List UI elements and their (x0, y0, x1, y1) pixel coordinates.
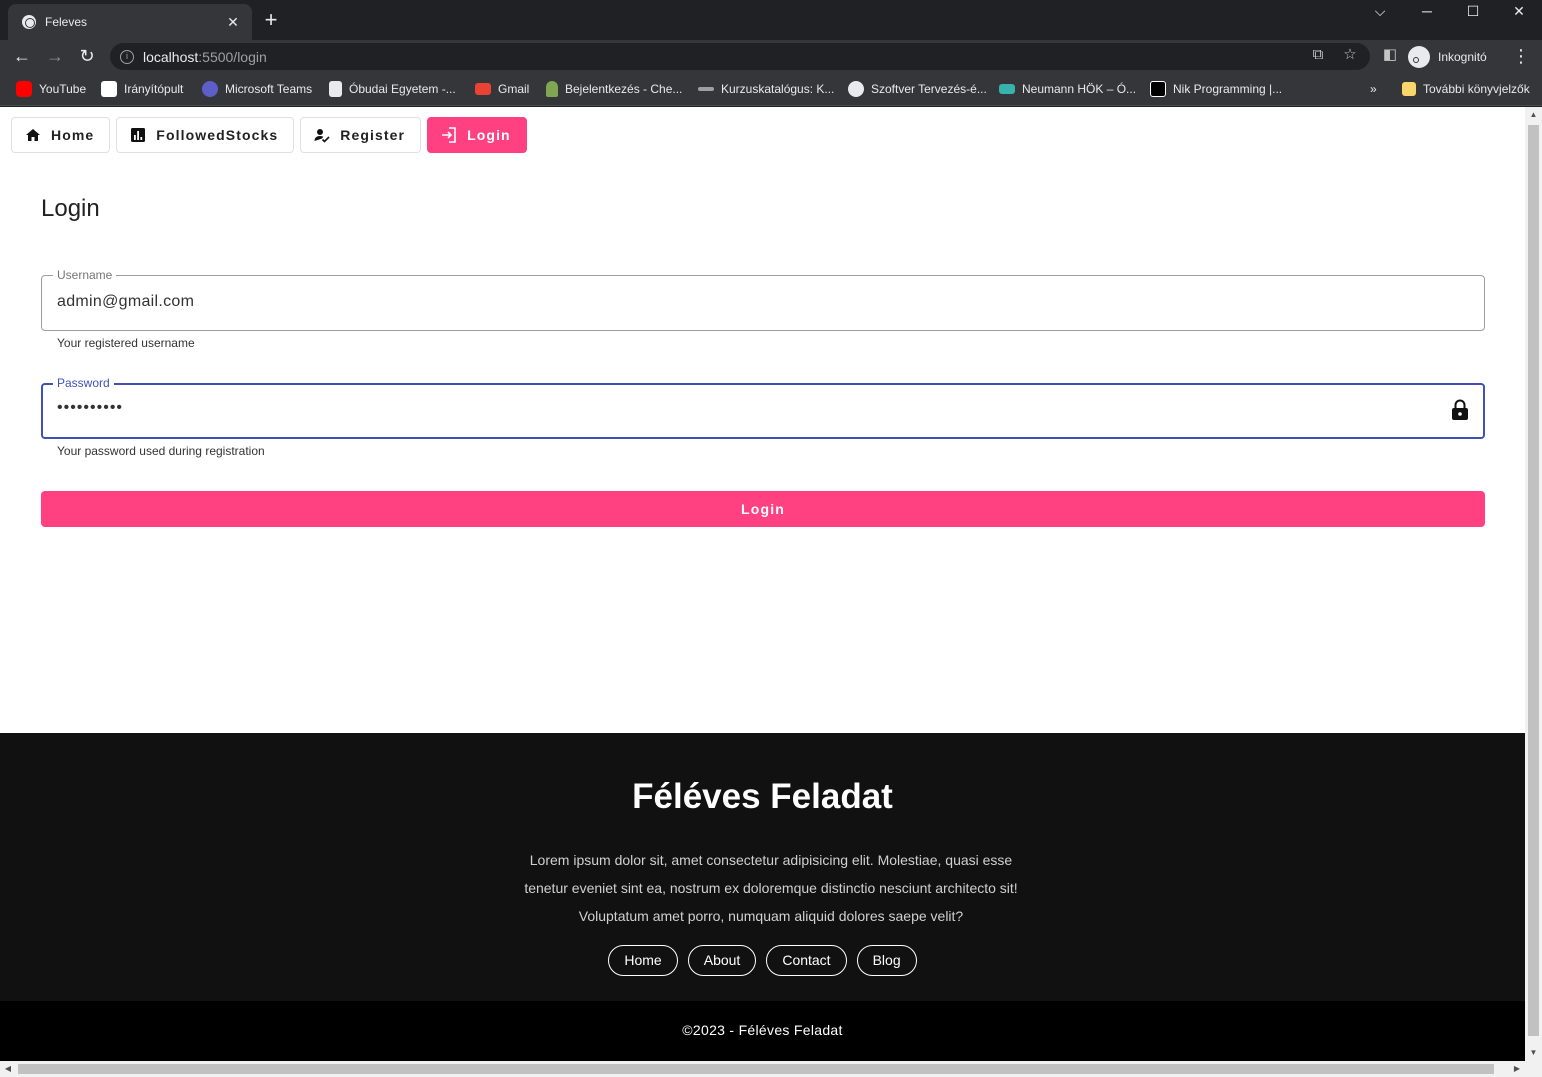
bookmark-item[interactable]: Kurzuskatalógus: K... (698, 80, 834, 98)
login-submit-button[interactable]: Login (41, 491, 1485, 527)
nav-followedstocks-button[interactable]: FollowedStocks (116, 117, 295, 153)
footer-link-contact[interactable]: Contact (766, 945, 847, 976)
horizontal-scrollbar[interactable]: ◀ ▶ (0, 1061, 1542, 1077)
home-icon (26, 129, 40, 141)
maximize-icon[interactable]: ☐ (1450, 0, 1496, 22)
nik-icon (1150, 81, 1166, 97)
chess-icon (546, 81, 558, 97)
lock-icon (1452, 399, 1468, 420)
gmail-icon (475, 83, 491, 95)
bookmark-item[interactable]: Óbudai Egyetem -... (329, 80, 456, 98)
footer: Féléves Feladat Lorem ipsum dolor sit, a… (0, 733, 1525, 1001)
minimize-icon[interactable]: ─ (1404, 0, 1450, 22)
site-info-icon[interactable]: i (120, 49, 134, 64)
nav-home-button[interactable]: Home (11, 117, 111, 153)
tab-title: Feleves (45, 15, 88, 29)
bookmark-item[interactable]: Gmail (475, 80, 529, 98)
password-field[interactable]: Password •••••••••• (41, 375, 1485, 439)
nav-register-label: Register (340, 127, 406, 143)
browser-toolbar: ← → ↻ i localhost:5500/login ⧉ ☆ ◧ Inkog… (0, 40, 1542, 72)
footer-title: Féléves Feladat (632, 777, 893, 816)
login-icon (442, 127, 456, 143)
page-viewport: Home FollowedStocks Register Login Login… (0, 107, 1525, 1061)
tab-search-icon[interactable]: ⌵ (1357, 0, 1403, 22)
footer-links: Home About Contact Blog (0, 945, 1525, 976)
other-bookmarks-folder[interactable]: További könyvjelzők (1402, 80, 1530, 98)
password-hint: Your password used during registration (57, 444, 265, 458)
nav-login-label: Login (467, 127, 511, 143)
reload-icon[interactable]: ↻ (75, 44, 99, 68)
url-path: :5500/login (198, 48, 267, 65)
bookmark-item[interactable]: Irányítópult (101, 80, 183, 98)
bookmark-item[interactable]: YouTube (16, 80, 86, 98)
scroll-up-icon[interactable]: ▲ (1525, 107, 1542, 123)
browser-tab[interactable]: Feleves ✕ (8, 4, 252, 40)
document-icon (329, 81, 342, 97)
new-tab-button[interactable]: + (260, 8, 282, 32)
nh-icon (999, 84, 1015, 94)
bar-chart-icon (131, 128, 146, 142)
page-title: Login (41, 195, 100, 222)
globe-icon (22, 15, 36, 29)
footer-link-home[interactable]: Home (608, 945, 678, 976)
username-hint: Your registered username (57, 336, 195, 350)
more-bookmarks-button[interactable]: » (1370, 80, 1377, 98)
folder-icon (1402, 82, 1416, 96)
person-add-icon (314, 129, 330, 143)
bookmarks-bar: YouTube Irányítópult Microsoft Teams Óbu… (0, 72, 1542, 106)
username-label: Username (53, 267, 117, 283)
translate-icon[interactable]: ⧉ (1308, 45, 1328, 65)
globe-icon (848, 81, 864, 97)
incognito-label: Inkognitó (1438, 49, 1487, 64)
app-navbar: Home FollowedStocks Register Login (11, 117, 527, 153)
address-bar[interactable]: i localhost:5500/login (110, 43, 1370, 70)
bookmark-item[interactable]: Neumann HÖK – Ó... (999, 80, 1136, 98)
link-icon (698, 87, 714, 91)
footer-link-blog[interactable]: Blog (856, 945, 917, 976)
copyright: ©2023 - Féléves Feladat (0, 1001, 1525, 1061)
footer-description: Lorem ipsum dolor sit, amet consectetur … (524, 852, 1018, 924)
incognito-profile[interactable]: Inkognitó (1408, 43, 1487, 70)
tab-strip: Feleves ✕ + ⌵ ─ ☐ ✕ (0, 0, 1542, 40)
bookmark-item[interactable]: Szoftver Tervezés-é... (848, 80, 987, 98)
youtube-icon (16, 81, 32, 97)
forward-icon[interactable]: → (43, 44, 67, 68)
browser-menu-icon[interactable]: ⋮ (1512, 44, 1530, 68)
scroll-right-icon[interactable]: ▶ (1509, 1061, 1525, 1077)
password-input[interactable]: •••••••••• (57, 399, 123, 417)
bookmark-item[interactable]: Bejelentkezés - Che... (546, 80, 682, 98)
scroll-left-icon[interactable]: ◀ (0, 1061, 16, 1077)
nav-followedstocks-label: FollowedStocks (156, 127, 279, 143)
username-field[interactable]: Username admin@gmail.com (41, 267, 1485, 331)
password-label: Password (53, 375, 114, 391)
nav-register-button[interactable]: Register (300, 117, 422, 153)
bookmark-item[interactable]: Microsoft Teams (202, 80, 312, 98)
bookmark-star-icon[interactable]: ☆ (1340, 45, 1360, 65)
nav-home-label: Home (51, 127, 95, 143)
side-panel-icon[interactable]: ◧ (1380, 45, 1400, 65)
nav-login-button[interactable]: Login (427, 117, 527, 153)
window-close-icon[interactable]: ✕ (1496, 0, 1542, 22)
back-icon[interactable]: ← (10, 44, 34, 68)
vertical-scrollbar[interactable]: ▲ ▼ (1525, 107, 1542, 1061)
url-host: localhost (143, 48, 199, 65)
bookmark-item[interactable]: Nik Programming |... (1150, 80, 1282, 98)
username-input[interactable]: admin@gmail.com (57, 293, 194, 311)
oe-icon (101, 81, 117, 97)
footer-link-about[interactable]: About (687, 945, 757, 976)
close-tab-icon[interactable]: ✕ (224, 14, 242, 31)
teams-icon (202, 81, 218, 97)
horizontal-scroll-thumb[interactable] (18, 1064, 1494, 1074)
scroll-down-icon[interactable]: ▼ (1525, 1045, 1542, 1061)
vertical-scroll-thumb[interactable] (1528, 125, 1539, 1036)
incognito-icon (1408, 45, 1430, 68)
